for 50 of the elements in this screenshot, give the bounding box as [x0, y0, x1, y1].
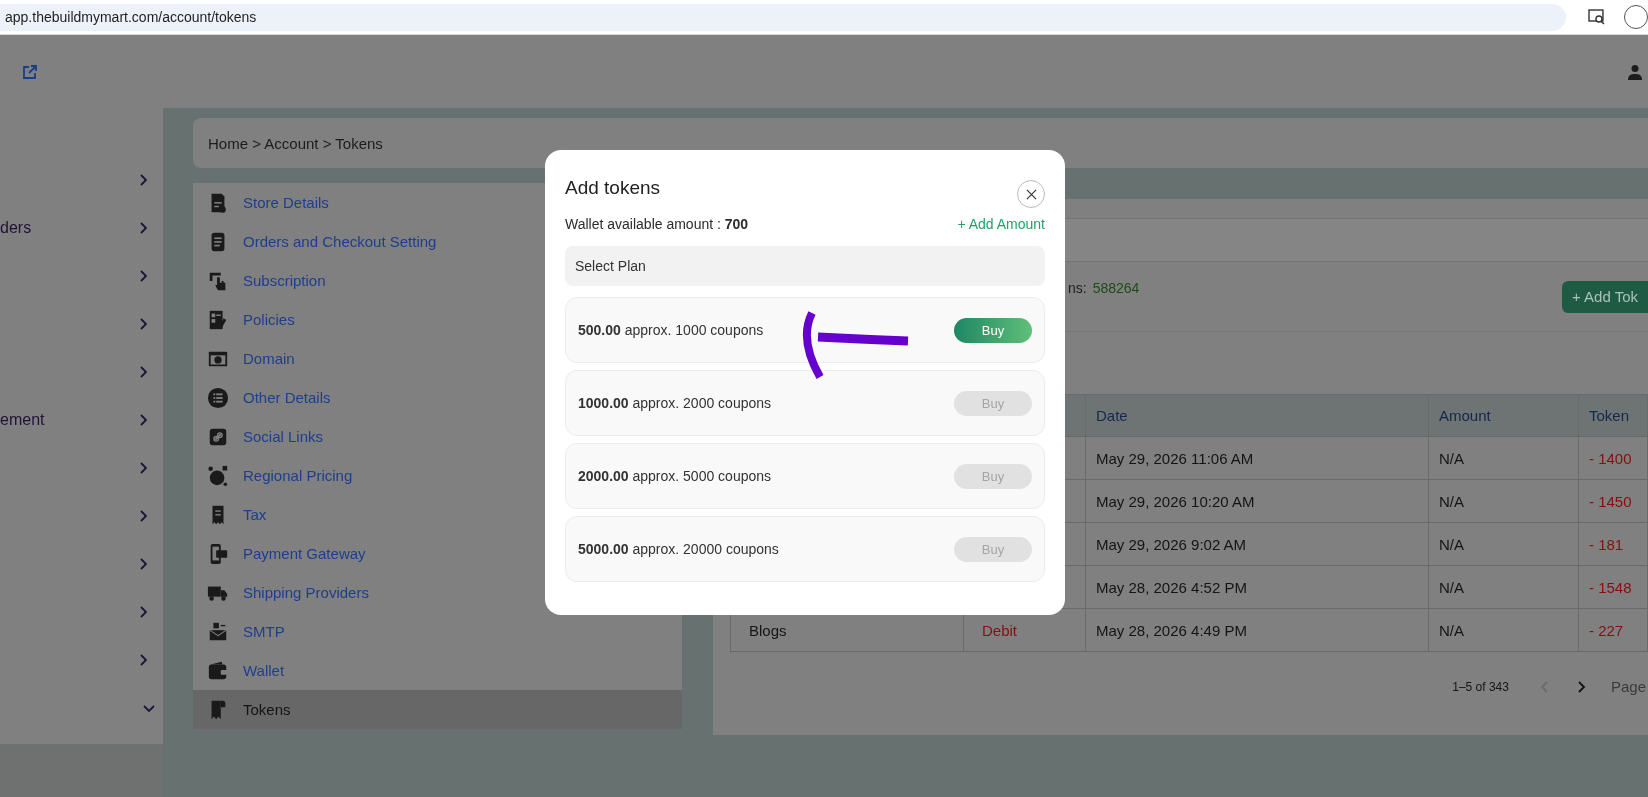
column-header: Amount [1428, 394, 1579, 437]
table-cell: Debit [982, 621, 1018, 639]
modal-title: Add tokens [565, 177, 661, 199]
table-cell: - 1400 [1578, 436, 1648, 480]
search-icon[interactable] [1588, 9, 1606, 25]
external-link-icon[interactable] [22, 63, 38, 80]
column-header: Token [1578, 394, 1648, 437]
nav-item[interactable]: ders [0, 204, 163, 252]
table-cell: May 29, 2026 10:20 AM [1085, 479, 1429, 523]
plan-select-field[interactable]: Select Plan [565, 246, 1045, 286]
column-header: Date [1085, 394, 1429, 437]
page-label: Page [1610, 678, 1646, 695]
table-cell: - 227 [1578, 608, 1648, 652]
wallet-amount-text: Wallet available amount : 700 [565, 216, 749, 232]
settings-menu-item[interactable]: Tax [193, 495, 682, 534]
plan-text: 500.00 approx. 1000 coupons [578, 322, 764, 338]
add-tokens-button[interactable]: + Add Tok [1561, 280, 1648, 313]
wallet-icon [207, 659, 229, 682]
table-cell: N/A [1428, 479, 1579, 523]
add-amount-link[interactable]: + Add Amount [957, 216, 1045, 232]
form-icon [207, 308, 229, 331]
plan-text: 1000.00 approx. 2000 coupons [578, 395, 772, 411]
table-cell: May 29, 2026 9:02 AM [1085, 522, 1429, 566]
list-icon [207, 386, 229, 409]
buy-button[interactable]: Buy [954, 317, 1032, 343]
table-cell: N/A [1428, 436, 1579, 480]
table-cell: May 29, 2026 11:06 AM [1085, 436, 1429, 480]
settings-menu-item[interactable]: Wallet [193, 651, 682, 690]
balance-label: ns: [1068, 279, 1087, 296]
plan-text: 2000.00 approx. 5000 coupons [578, 468, 772, 484]
table-cell: - 1548 [1578, 565, 1648, 609]
table-cell: N/A [1428, 608, 1579, 652]
table-cell: - 181 [1578, 522, 1648, 566]
table-cell: - 1450 [1578, 479, 1648, 523]
table-cell: N/A [1428, 565, 1579, 609]
url-text: app.thebuildmymart.com/account/tokens [5, 9, 257, 25]
address-bar[interactable]: app.thebuildmymart.com/account/tokens [0, 3, 1567, 31]
settings-menu-item[interactable]: Shipping Providers [193, 573, 682, 612]
settings-menu-item[interactable]: Tokens [193, 690, 682, 729]
user-icon[interactable] [1627, 63, 1643, 80]
table-cell: May 28, 2026 4:49 PM [1085, 608, 1429, 652]
pagination-range: 1–5 of 343 [1452, 679, 1509, 694]
envelope-icon [207, 620, 229, 643]
close-icon [1025, 188, 1037, 200]
table-cell: Blogs [749, 621, 787, 639]
nav-item[interactable]: ement [0, 396, 163, 444]
table-cell: May 28, 2026 4:52 PM [1085, 565, 1429, 609]
table-cell: N/A [1428, 522, 1579, 566]
plan-text: 5000.00 approx. 20000 coupons [578, 541, 779, 557]
balance-value: 588264 [1092, 279, 1140, 296]
